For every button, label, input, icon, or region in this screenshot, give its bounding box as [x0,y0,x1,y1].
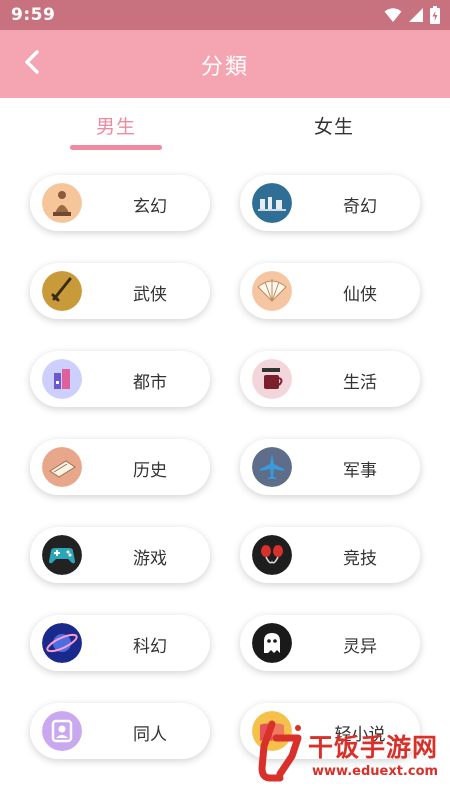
category-label: 同人 [133,725,167,745]
category-chip-kehuan[interactable]: 科幻 [30,615,210,671]
category-label: 奇幻 [343,197,377,217]
category-chip-junshi[interactable]: 军事 [240,439,420,495]
category-label: 玄幻 [133,197,167,217]
fantasy-scene-icon [252,183,292,223]
gamepad-icon [42,535,82,575]
category-label: 科幻 [133,637,167,657]
category-label: 军事 [343,461,377,481]
status-time: 9:59 [11,5,56,25]
city-buildings-icon [42,359,82,399]
status-bar: 9:59 [0,0,450,30]
status-icons [384,6,440,28]
gender-tabs: 男生 女生 [0,98,450,158]
tab-female[interactable]: 女生 [314,112,354,139]
ghost-icon [252,623,292,663]
category-chip-wuxia[interactable]: 武侠 [30,263,210,319]
fighter-jet-icon [252,447,292,487]
coffee-cup-icon [252,359,292,399]
category-chip-youxi[interactable]: 游戏 [30,527,210,583]
tab-male[interactable]: 男生 [96,112,136,139]
scroll-book-icon [42,447,82,487]
category-chip-jingji[interactable]: 竞技 [240,527,420,583]
app-bar: 分類 [0,30,450,98]
category-label: 游戏 [133,549,167,569]
portrait-frame-icon [42,711,82,751]
sword-icon [42,271,82,311]
category-chip-lingyi[interactable]: 灵异 [240,615,420,671]
category-label: 武侠 [133,285,167,305]
wifi-icon [384,7,402,27]
signal-icon [408,7,424,27]
category-chip-qihuan[interactable]: 奇幻 [240,175,420,231]
planet-icon [42,623,82,663]
category-chip-xuanhuan[interactable]: 玄幻 [30,175,210,231]
watermark-name: 干饭手游网 [308,733,439,762]
page-title: 分類 [200,55,249,80]
tab-indicator [70,145,162,150]
category-label: 竞技 [343,549,377,569]
category-chip-lishi[interactable]: 历史 [30,439,210,495]
boxing-gloves-icon [252,535,292,575]
category-chip-xianxia[interactable]: 仙侠 [240,263,420,319]
category-label: 生活 [343,373,377,393]
buddha-statue-icon [42,183,82,223]
watermark-logo [258,716,304,786]
battery-charging-icon [430,6,440,28]
category-chip-tongren[interactable]: 同人 [30,703,210,759]
category-chip-shenghuo[interactable]: 生活 [240,351,420,407]
watermark: 干饭手游网 www.eduext.com [250,712,450,799]
category-label: 仙侠 [343,285,377,305]
category-label: 都市 [133,373,167,393]
category-chip-dushi[interactable]: 都市 [30,351,210,407]
category-label: 历史 [133,461,167,481]
category-label: 灵异 [343,637,377,657]
watermark-url: www.eduext.com [312,764,439,779]
folding-fan-icon [252,271,292,311]
